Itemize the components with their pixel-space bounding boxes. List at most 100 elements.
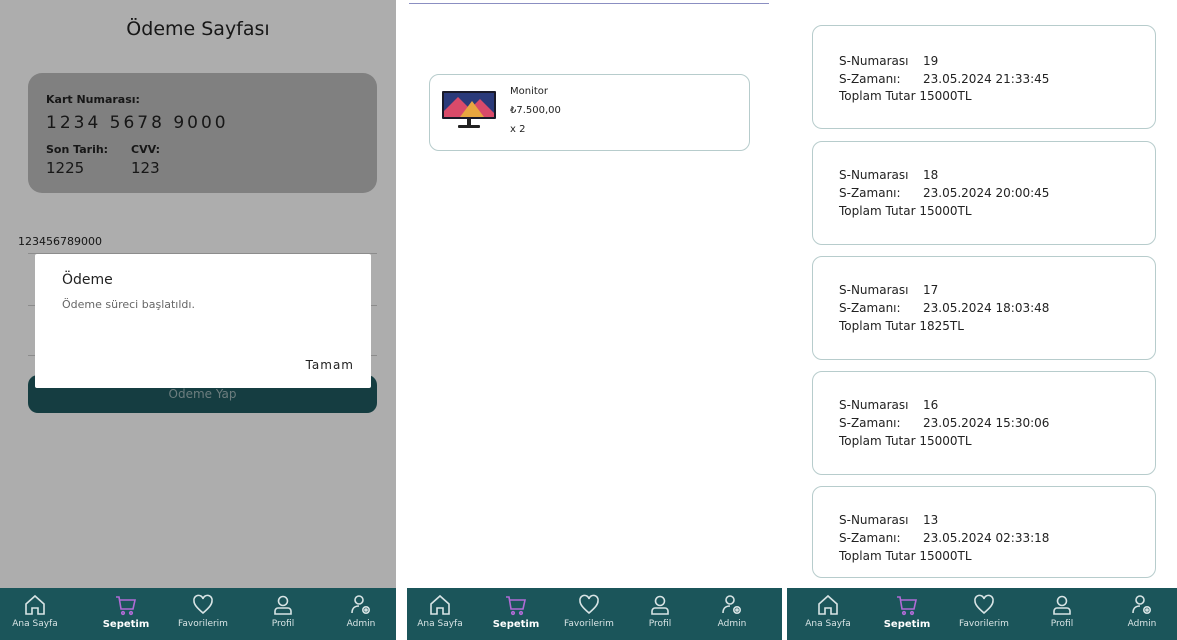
cart-icon: [116, 596, 136, 616]
order-time: 23.05.2024 20:00:45: [923, 186, 1050, 200]
top-divider: [409, 3, 769, 4]
order-number-row: S-Numarası 19: [839, 54, 938, 68]
order-total: Toplam Tutar 15000TL: [839, 434, 972, 448]
order-number-label: S-Numarası: [839, 54, 909, 68]
dialog-ok-button[interactable]: Tamam: [306, 358, 354, 372]
order-time: 23.05.2024 21:33:45: [923, 72, 1050, 86]
nav-favorites-label: Favorilerim: [178, 619, 228, 629]
order-time: 23.05.2024 18:03:48: [923, 301, 1050, 315]
nav-admin[interactable]: Admin: [1117, 593, 1167, 629]
bottom-nav: Ana Sayfa Sepetim Favorilerim Profil Adm…: [407, 588, 782, 640]
item-price: ₺7.500,00: [510, 105, 561, 116]
item-quantity: x 2: [510, 124, 526, 135]
nav-admin[interactable]: Admin: [707, 593, 757, 629]
nav-cart-label: Sepetim: [883, 619, 931, 630]
order-time-label: S-Zamanı:: [839, 301, 901, 315]
orders-screen: S-Numarası 19 S-Zamanı: 23.05.2024 21:33:4…: [787, 0, 1177, 640]
nav-favorites[interactable]: Favorilerim: [170, 593, 236, 629]
order-total: Toplam Tutar 1825TL: [839, 319, 964, 333]
nav-home-label: Ana Sayfa: [805, 619, 851, 629]
monitor-image: [442, 91, 496, 128]
nav-admin-label: Admin: [717, 619, 747, 629]
item-name: Monitor: [510, 86, 549, 97]
cart-item[interactable]: Monitor ₺7.500,00 x 2: [429, 74, 750, 151]
nav-profile[interactable]: Profil: [258, 593, 308, 629]
nav-profile-label: Profil: [271, 619, 295, 629]
cart-icon: [897, 596, 917, 616]
order-card[interactable]: S-Numarası 13 S-Zamanı: 23.05.2024 02:33:1…: [812, 486, 1156, 578]
heart-icon: [974, 594, 994, 615]
order-total: Toplam Tutar 15000TL: [839, 549, 972, 563]
cart-icon: [506, 596, 526, 616]
home-icon: [818, 594, 838, 615]
admin-icon: [722, 595, 742, 615]
admin-icon: [1132, 595, 1152, 615]
home-icon: [430, 594, 450, 615]
nav-home[interactable]: Ana Sayfa: [801, 593, 855, 629]
order-number-label: S-Numarası: [839, 283, 909, 297]
nav-admin-label: Admin: [1127, 619, 1157, 629]
user-icon: [1053, 595, 1071, 615]
order-time: 23.05.2024 15:30:06: [923, 416, 1050, 430]
admin-icon: [351, 595, 371, 615]
order-time: 23.05.2024 02:33:18: [923, 531, 1050, 545]
order-total: Toplam Tutar 15000TL: [839, 204, 972, 218]
order-number: 19: [923, 54, 939, 68]
order-time-label: S-Zamanı:: [839, 416, 901, 430]
order-number: 16: [923, 398, 939, 412]
nav-admin-label: Admin: [346, 619, 376, 629]
order-number-row: S-Numarası 13: [839, 513, 938, 527]
user-icon: [651, 595, 669, 615]
order-time-label: S-Zamanı:: [839, 72, 901, 86]
order-card[interactable]: S-Numarası 17 S-Zamanı: 23.05.2024 18:03:4…: [812, 256, 1156, 360]
nav-profile-label: Profil: [648, 619, 672, 629]
user-icon: [274, 595, 292, 615]
order-time-row: S-Zamanı: 23.05.2024 18:03:48: [839, 301, 1049, 315]
payment-dialog: Ödeme Ödeme süreci başlatıldı. Tamam: [35, 254, 371, 388]
heart-icon: [579, 594, 599, 615]
bottom-nav: Ana Sayfa Sepetim Favorilerim Profil Adm…: [787, 588, 1177, 640]
dialog-message: Ödeme süreci başlatıldı.: [62, 298, 195, 311]
nav-profile-label: Profil: [1050, 619, 1074, 629]
dialog-title: Ödeme: [62, 272, 113, 288]
order-card[interactable]: S-Numarası 16 S-Zamanı: 23.05.2024 15:30:0…: [812, 371, 1156, 475]
order-number-label: S-Numarası: [839, 398, 909, 412]
nav-profile[interactable]: Profil: [1037, 593, 1087, 629]
nav-favorites-label: Favorilerim: [564, 619, 614, 629]
nav-home-label: Ana Sayfa: [417, 619, 463, 629]
home-icon: [25, 594, 45, 615]
nav-profile[interactable]: Profil: [635, 593, 685, 629]
order-number-label: S-Numarası: [839, 168, 909, 182]
order-time-row: S-Zamanı: 23.05.2024 20:00:45: [839, 186, 1049, 200]
order-number-row: S-Numarası 16: [839, 398, 938, 412]
nav-admin[interactable]: Admin: [336, 593, 386, 629]
nav-home-label: Ana Sayfa: [12, 619, 58, 629]
nav-cart-label: Sepetim: [492, 619, 540, 630]
bottom-nav: Ana Sayfa Sepetim Favorilerim Profil Adm…: [0, 588, 396, 640]
payment-screen: Ödeme Sayfası Kart Numarası: 1234 5678 9…: [0, 0, 396, 640]
cart-screen: Monitor ₺7.500,00 x 2 Ana Sayfa Sepetim …: [407, 0, 782, 640]
nav-favorites[interactable]: Favorilerim: [559, 593, 619, 629]
order-number: 18: [923, 168, 939, 182]
nav-cart[interactable]: Sepetim: [491, 593, 541, 630]
order-number-row: S-Numarası 18: [839, 168, 938, 182]
order-total: Toplam Tutar 15000TL: [839, 89, 972, 103]
order-number: 13: [923, 513, 939, 527]
heart-icon: [193, 594, 213, 615]
order-time-row: S-Zamanı: 23.05.2024 02:33:18: [839, 531, 1049, 545]
order-card[interactable]: S-Numarası 18 S-Zamanı: 23.05.2024 20:00:4…: [812, 141, 1156, 245]
nav-home[interactable]: Ana Sayfa: [415, 593, 465, 629]
order-number-row: S-Numarası 17: [839, 283, 938, 297]
nav-favorites-label: Favorilerim: [959, 619, 1009, 629]
nav-home[interactable]: Ana Sayfa: [10, 593, 60, 629]
order-time-label: S-Zamanı:: [839, 186, 901, 200]
order-time-row: S-Zamanı: 23.05.2024 21:33:45: [839, 72, 1049, 86]
order-time-label: S-Zamanı:: [839, 531, 901, 545]
order-number-label: S-Numarası: [839, 513, 909, 527]
nav-cart[interactable]: Sepetim: [96, 593, 156, 630]
nav-cart-label: Sepetim: [102, 619, 150, 630]
order-card[interactable]: S-Numarası 19 S-Zamanı: 23.05.2024 21:33:4…: [812, 25, 1156, 129]
order-time-row: S-Zamanı: 23.05.2024 15:30:06: [839, 416, 1049, 430]
nav-cart[interactable]: Sepetim: [879, 593, 935, 630]
nav-favorites[interactable]: Favorilerim: [951, 593, 1017, 629]
